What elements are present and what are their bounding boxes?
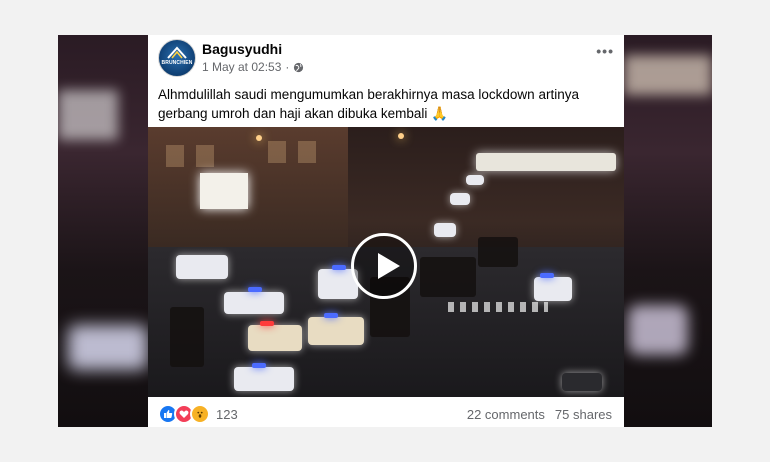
scene-car <box>234 367 294 391</box>
post-caption: Alhmdulillah saudi mengumumkan berakhirn… <box>158 85 614 123</box>
scene-siren-light <box>252 363 266 368</box>
scene-car <box>248 325 302 351</box>
scene-crosswalk <box>448 302 548 312</box>
scene-siren-light <box>332 265 346 270</box>
caption-text: Alhmdulillah saudi mengumumkan berakhirn… <box>158 87 579 121</box>
scene-crowd <box>170 307 204 367</box>
scene-window <box>196 145 214 167</box>
scene-car <box>176 255 228 279</box>
scene-car <box>534 277 572 301</box>
scene-crowd <box>420 257 476 297</box>
scene-window <box>166 145 184 167</box>
comments-count-link[interactable]: 22 comments <box>467 407 545 422</box>
scene-siren-light <box>248 287 262 292</box>
globe-icon <box>294 62 304 72</box>
scene-car <box>562 373 602 391</box>
reaction-count: 123 <box>216 406 238 422</box>
video-scene-building <box>148 127 348 247</box>
scene-siren-light <box>260 321 274 326</box>
blurred-background-right <box>624 35 712 427</box>
engagement-stats: 22 comments 75 shares <box>467 407 612 422</box>
scene-bus <box>476 153 616 171</box>
play-icon <box>378 253 400 279</box>
scene-car <box>308 317 364 345</box>
scene-window <box>298 141 316 163</box>
avatar[interactable]: BRUNCHIEN <box>158 39 196 77</box>
logo-mark-icon <box>167 46 187 59</box>
screenshot-stage: BRUNCHIEN Bagusyudhi 1 May at 02:53 · ••… <box>0 0 770 462</box>
scene-street-lamp <box>256 135 262 141</box>
shares-count-link[interactable]: 75 shares <box>555 407 612 422</box>
scene-car <box>434 223 456 237</box>
blurred-background-left <box>58 35 148 427</box>
play-button[interactable] <box>351 233 417 299</box>
post-footer: 123 22 comments 75 shares <box>148 397 624 427</box>
scene-siren-light <box>540 273 554 278</box>
post-author-name[interactable]: Bagusyudhi <box>202 41 282 57</box>
scene-car <box>224 292 284 314</box>
scene-crowd <box>478 237 518 267</box>
praying-hands-emoji: 🙏 <box>431 106 449 121</box>
scene-street-lamp <box>398 133 404 139</box>
avatar-logo-text: BRUNCHIEN <box>161 60 193 66</box>
scene-window <box>268 141 286 163</box>
facebook-post-card: BRUNCHIEN Bagusyudhi 1 May at 02:53 · ••… <box>148 35 624 427</box>
video-player[interactable] <box>148 127 624 397</box>
more-options-icon[interactable]: ••• <box>596 43 614 59</box>
scene-car <box>466 175 484 185</box>
meta-separator: · <box>285 60 290 74</box>
scene-lit-sign <box>200 173 248 209</box>
scene-car <box>450 193 470 205</box>
post-header: BRUNCHIEN Bagusyudhi 1 May at 02:53 · ••… <box>148 35 624 83</box>
scene-siren-light <box>324 313 338 318</box>
post-meta: 1 May at 02:53 · <box>202 60 304 74</box>
post-date[interactable]: 1 May at 02:53 <box>202 60 281 74</box>
reactions-summary[interactable]: 123 <box>158 404 238 424</box>
wow-reaction-icon <box>190 404 210 424</box>
